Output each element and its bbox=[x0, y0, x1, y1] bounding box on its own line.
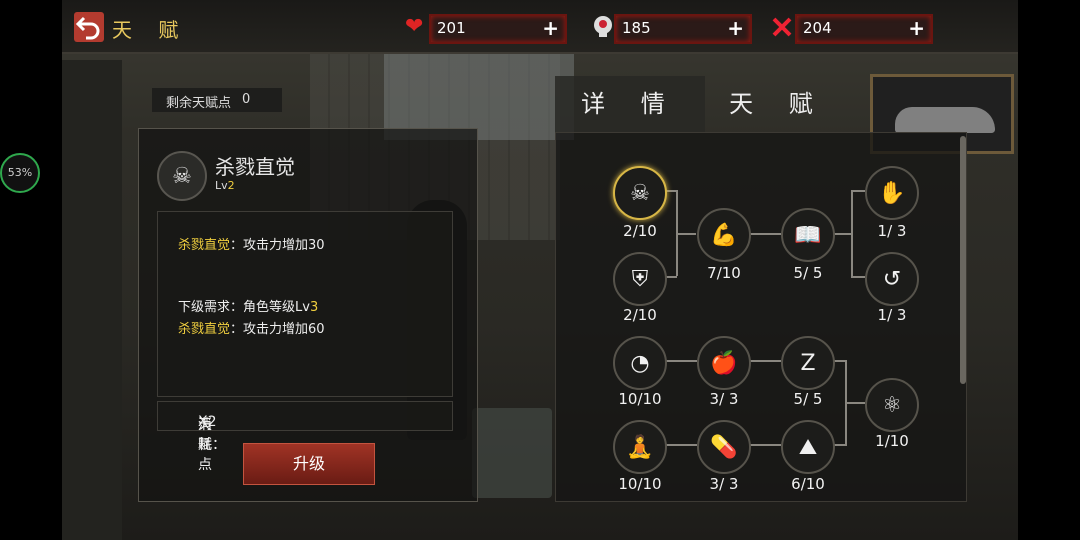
talent-count: 10/10 bbox=[618, 390, 662, 408]
talent-count: 3/ 3 bbox=[709, 390, 739, 408]
connector bbox=[834, 233, 852, 235]
resource-food[interactable]: 185 + bbox=[614, 14, 752, 44]
upgrade-button[interactable]: 升级 bbox=[243, 443, 375, 485]
connector bbox=[749, 233, 781, 235]
talent-count: 1/ 3 bbox=[877, 306, 907, 324]
talent-node-sleep[interactable]: Z bbox=[781, 336, 835, 390]
skull-crossbones-icon: ☠ bbox=[157, 151, 207, 201]
talent-count: 3/ 3 bbox=[709, 475, 739, 493]
connector bbox=[851, 190, 853, 276]
talent-count: 5/ 5 bbox=[793, 264, 823, 282]
book-icon: 📖 bbox=[794, 222, 822, 248]
crossed-swords-icon bbox=[772, 17, 792, 37]
skill-name: 杀戮直觉 bbox=[215, 155, 295, 179]
connector bbox=[749, 444, 781, 446]
back-arrow-icon bbox=[75, 16, 100, 40]
talent-node-claw[interactable]: ✋ bbox=[865, 166, 919, 220]
talent-node-dodge[interactable]: ↺ bbox=[865, 252, 919, 306]
talent-node-book[interactable]: 📖 bbox=[781, 208, 835, 262]
claw-icon: ✋ bbox=[878, 180, 906, 206]
shield-icon: ⛨ bbox=[631, 266, 649, 292]
pill-icon: 💊 bbox=[710, 434, 738, 460]
progress-indicator: 53% bbox=[0, 153, 40, 193]
skill-level-value: 2 bbox=[227, 179, 235, 192]
cost-multiplier: X2 bbox=[198, 414, 217, 430]
talent-count: 5/ 5 bbox=[793, 390, 823, 408]
resource-health[interactable]: 201 + bbox=[429, 14, 567, 44]
talent-count: 2/10 bbox=[623, 306, 657, 324]
next-effect-name: 杀戮直觉 bbox=[178, 322, 231, 337]
skill-detail-panel: ☠ 杀戮直觉 Lv2 杀戮直觉：攻击力增加30 下级需求：角色等级Lv3 杀戮直… bbox=[138, 128, 478, 502]
dodge-icon: ↺ bbox=[882, 266, 902, 292]
cost-bar: 消耗： 天赋点 X2 bbox=[157, 401, 453, 473]
stomach-icon: ◔ bbox=[630, 350, 650, 376]
talent-node-stomach[interactable]: ◔ bbox=[613, 336, 667, 390]
tab-details[interactable]: 详 情 bbox=[555, 76, 705, 132]
next-requirement: 下级需求：角色等级Lv3 bbox=[178, 296, 318, 315]
next-effect: 杀戮直觉：攻击力增加60 bbox=[178, 318, 325, 337]
connector bbox=[845, 402, 865, 404]
back-button[interactable] bbox=[74, 12, 104, 42]
current-effect-name: 杀戮直觉 bbox=[178, 238, 231, 253]
current-effect-text: ：攻击力增加30 bbox=[230, 238, 325, 253]
talent-count: 10/10 bbox=[618, 475, 662, 493]
talent-node-pill[interactable]: 💊 bbox=[697, 420, 751, 474]
next-requirement-value: 3 bbox=[309, 300, 319, 315]
connector bbox=[851, 276, 865, 278]
resource-energy-plus-button[interactable]: + bbox=[908, 16, 925, 40]
resource-food-plus-button[interactable]: + bbox=[727, 16, 744, 40]
next-effect-text: ：攻击力增加60 bbox=[230, 322, 325, 337]
talent-count: 2/10 bbox=[623, 222, 657, 240]
connector bbox=[676, 233, 696, 235]
connector bbox=[665, 360, 697, 362]
wall-shadow bbox=[62, 60, 122, 540]
remaining-points-value: 0 bbox=[242, 92, 251, 107]
muscle-icon: 💪 bbox=[710, 222, 738, 248]
connector bbox=[749, 360, 781, 362]
skull-crossbones-icon: ☠ bbox=[630, 180, 650, 206]
connector bbox=[851, 190, 865, 192]
bucket bbox=[472, 408, 552, 498]
talent-count: 1/10 bbox=[875, 432, 909, 450]
talent-count: 1/ 3 bbox=[877, 222, 907, 240]
page-title: 天 赋 bbox=[112, 18, 189, 42]
remaining-points-label: 剩余天赋点 bbox=[166, 96, 232, 111]
talent-node-molecule[interactable]: ⚛ bbox=[865, 378, 919, 432]
talent-node-skull[interactable]: ☠ bbox=[613, 166, 667, 220]
sleep-icon: Z bbox=[800, 350, 816, 376]
next-requirement-label: 下级需求：角色等级Lv bbox=[178, 300, 310, 315]
head-icon bbox=[594, 16, 612, 37]
resource-energy[interactable]: 204 + bbox=[795, 14, 933, 44]
talent-node-rock[interactable]: ⛰ bbox=[781, 420, 835, 474]
resource-health-value: 201 bbox=[437, 19, 466, 37]
talent-node-meditate[interactable]: 🧘 bbox=[613, 420, 667, 474]
skill-description: 杀戮直觉：攻击力增加30 下级需求：角色等级Lv3 杀戮直觉：攻击力增加60 bbox=[157, 211, 453, 397]
rock-icon: ⛰ bbox=[798, 434, 818, 460]
resource-health-plus-button[interactable]: + bbox=[542, 16, 559, 40]
skill-level-prefix: Lv bbox=[215, 179, 228, 192]
talent-node-shield[interactable]: ⛨ bbox=[613, 252, 667, 306]
top-bar: 天 赋 201 + ❤ 185 + 204 + bbox=[62, 0, 1018, 54]
talent-count: 7/10 bbox=[707, 264, 741, 282]
apple-icon: 🍎 bbox=[710, 350, 738, 376]
remaining-points-bar: 剩余天赋点 0 bbox=[152, 88, 282, 112]
skill-level: Lv2 bbox=[215, 179, 235, 192]
tree-scrollbar[interactable] bbox=[960, 136, 966, 384]
tab-talents[interactable]: 天 赋 bbox=[703, 76, 853, 132]
connector bbox=[665, 444, 697, 446]
current-effect: 杀戮直觉：攻击力增加30 bbox=[178, 234, 325, 253]
molecule-icon: ⚛ bbox=[882, 392, 902, 418]
talent-count: 6/10 bbox=[791, 475, 825, 493]
resource-energy-value: 204 bbox=[803, 19, 832, 37]
resource-food-value: 185 bbox=[622, 19, 651, 37]
tab-bar: 详 情 天 赋 bbox=[555, 76, 865, 132]
meditate-icon: 🧘 bbox=[626, 434, 654, 460]
talent-node-muscle[interactable]: 💪 bbox=[697, 208, 751, 262]
heart-icon: ❤ bbox=[405, 14, 424, 39]
map-board bbox=[384, 40, 574, 140]
talent-node-apple[interactable]: 🍎 bbox=[697, 336, 751, 390]
